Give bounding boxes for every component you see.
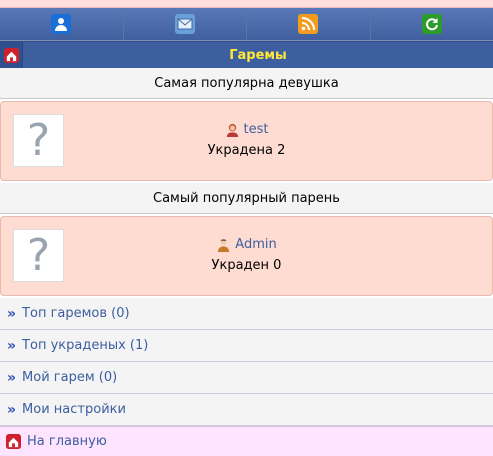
arrow-icon: » xyxy=(7,338,16,354)
user-name-link[interactable]: test xyxy=(244,122,269,137)
menu-item-label: Топ гаремов (0) xyxy=(22,306,130,321)
user-icon xyxy=(51,14,71,34)
refresh-button[interactable] xyxy=(371,8,493,40)
home-icon xyxy=(6,434,21,449)
stolen-count: Украден 0 xyxy=(1,258,492,273)
male-user-icon xyxy=(216,237,231,252)
menu-item-top-harems[interactable]: » Топ гаремов (0) xyxy=(0,298,493,330)
stolen-count: Украдена 2 xyxy=(1,143,492,158)
arrow-icon: » xyxy=(7,370,16,386)
menu-item-my-settings[interactable]: » Мои настройки xyxy=(0,394,493,426)
home-icon xyxy=(4,48,19,63)
home-button[interactable] xyxy=(0,42,23,68)
top-strip xyxy=(0,0,493,8)
mail-button[interactable] xyxy=(124,8,248,40)
popular-girl-card: ? test Украдена 2 xyxy=(0,101,493,181)
title-bar: Гаремы xyxy=(0,41,493,68)
menu-item-my-harem[interactable]: » Мой гарем (0) xyxy=(0,362,493,394)
home-link-label: На главную xyxy=(27,434,107,449)
menu-item-label: Мой гарем (0) xyxy=(22,370,117,385)
page-title: Гаремы xyxy=(23,48,493,63)
menu-item-top-stolen[interactable]: » Топ украденых (1) xyxy=(0,330,493,362)
arrow-icon: » xyxy=(7,402,16,418)
icon-bar xyxy=(0,8,493,41)
user-name-link[interactable]: Admin xyxy=(235,237,276,252)
rss-icon xyxy=(298,14,318,34)
arrow-icon: » xyxy=(7,306,16,322)
menu-item-label: Мои настройки xyxy=(22,402,126,417)
profile-button[interactable] xyxy=(0,8,124,40)
popular-guy-heading: Самый популярный парень xyxy=(0,183,493,214)
popular-guy-card: ? Admin Украден 0 xyxy=(0,216,493,296)
home-link[interactable]: На главную xyxy=(0,426,493,456)
rss-button[interactable] xyxy=(247,8,371,40)
menu-item-label: Топ украденых (1) xyxy=(22,338,148,353)
refresh-icon xyxy=(422,14,442,34)
popular-girl-heading: Самая популярна девушка xyxy=(0,68,493,99)
female-user-icon xyxy=(225,122,240,137)
mail-icon xyxy=(175,14,195,34)
